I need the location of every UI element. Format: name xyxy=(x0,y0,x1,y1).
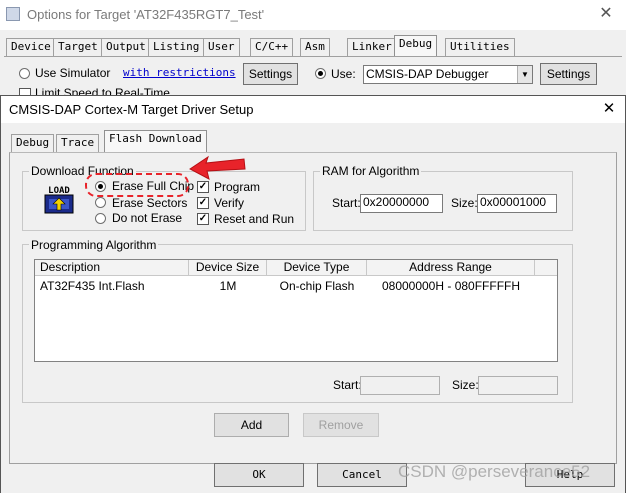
column-address-range[interactable]: Address Range xyxy=(367,260,535,276)
svg-text:LOAD: LOAD xyxy=(48,186,70,196)
algo-size-label: Size: xyxy=(452,378,479,392)
program-label: Program xyxy=(214,180,261,194)
do-not-erase-radio[interactable] xyxy=(95,213,106,224)
row-device-type: On-chip Flash xyxy=(279,279,355,293)
use-debugger-radio[interactable] xyxy=(315,68,326,79)
tab-asm[interactable]: Asm xyxy=(300,38,330,56)
verify-checkbox[interactable]: ✓ xyxy=(197,197,209,209)
algo-start-input[interactable] xyxy=(360,376,440,395)
tab-utilities[interactable]: Utilities xyxy=(445,38,515,56)
highlight-annotation xyxy=(85,173,189,197)
use-label: Use: xyxy=(331,67,356,81)
reset-and-run-label: Reset and Run xyxy=(214,212,295,226)
ram-size-input[interactable]: 0x00001000 xyxy=(477,194,557,213)
load-icon: LOAD xyxy=(44,184,74,214)
row-description[interactable]: AT32F435 Int.Flash xyxy=(40,279,145,293)
tab-linker[interactable]: Linker xyxy=(347,38,397,56)
erase-sectors-radio[interactable] xyxy=(95,197,106,208)
program-checkbox[interactable]: ✓ xyxy=(197,181,209,193)
dialog-close-button[interactable]: ✕ xyxy=(599,99,619,119)
add-button[interactable]: Add xyxy=(214,413,289,437)
ram-start-label: Start: xyxy=(332,196,361,210)
tab-flash-download[interactable]: Flash Download xyxy=(104,130,207,152)
app-icon xyxy=(6,7,20,21)
verify-label: Verify xyxy=(214,196,245,210)
options-title: Options for Target 'AT32F435RGT7_Test' xyxy=(27,7,265,22)
watermark: CSDN @perseverance52 xyxy=(398,462,591,481)
remove-button[interactable]: Remove xyxy=(303,413,379,437)
cancel-button[interactable]: Cancel xyxy=(317,463,407,487)
ram-start-input[interactable]: 0x20000000 xyxy=(360,194,443,213)
tab-output[interactable]: Output xyxy=(101,38,151,56)
ok-button[interactable]: OK xyxy=(214,463,304,487)
row-device-size: 1M xyxy=(219,279,237,293)
tab-listing[interactable]: Listing xyxy=(148,38,205,56)
column-description[interactable]: Description xyxy=(35,260,189,276)
tab-debug-inner[interactable]: Debug xyxy=(11,134,55,152)
simulator-settings-button[interactable]: Settings xyxy=(243,63,298,85)
dialog-title: CMSIS-DAP Cortex-M Target Driver Setup xyxy=(9,102,254,117)
debugger-settings-button[interactable]: Settings xyxy=(540,63,597,85)
debugger-select[interactable]: CMSIS-DAP Debugger xyxy=(363,65,533,84)
tab-c-cpp[interactable]: C/C++ xyxy=(250,38,294,56)
chevron-down-icon[interactable]: ▼ xyxy=(517,66,532,83)
column-device-type[interactable]: Device Type xyxy=(267,260,367,276)
algo-size-input[interactable] xyxy=(478,376,558,395)
tab-debug[interactable]: Debug xyxy=(394,35,438,57)
erase-sectors-label: Erase Sectors xyxy=(112,196,188,210)
ram-label: RAM for Algorithm xyxy=(320,164,422,178)
algorithm-list[interactable]: Description Device Size Device Type Addr… xyxy=(34,259,558,362)
tab-trace[interactable]: Trace xyxy=(56,134,100,152)
tab-device[interactable]: Device xyxy=(6,38,56,56)
column-spacer xyxy=(535,260,557,276)
tab-target[interactable]: Target xyxy=(53,38,103,56)
tab-user[interactable]: User xyxy=(203,38,240,56)
options-close-button[interactable]: ✕ xyxy=(596,4,616,24)
algo-start-label: Start: xyxy=(333,378,362,392)
with-restrictions-link[interactable]: with restrictions xyxy=(123,66,236,79)
column-device-size[interactable]: Device Size xyxy=(189,260,267,276)
programming-algorithm-label: Programming Algorithm xyxy=(29,238,159,252)
arrow-annotation-icon xyxy=(189,155,246,180)
use-simulator-label: Use Simulator xyxy=(35,66,111,80)
tab-divider xyxy=(4,56,622,57)
limit-speed-label: Limit Speed to Real-Time xyxy=(35,86,170,95)
do-not-erase-label: Do not Erase xyxy=(112,211,183,225)
use-simulator-radio[interactable] xyxy=(19,68,30,79)
reset-and-run-checkbox[interactable]: ✓ xyxy=(197,213,209,225)
ram-size-label: Size: xyxy=(451,196,478,210)
row-address-range: 08000000H - 080FFFFFH xyxy=(381,279,521,293)
